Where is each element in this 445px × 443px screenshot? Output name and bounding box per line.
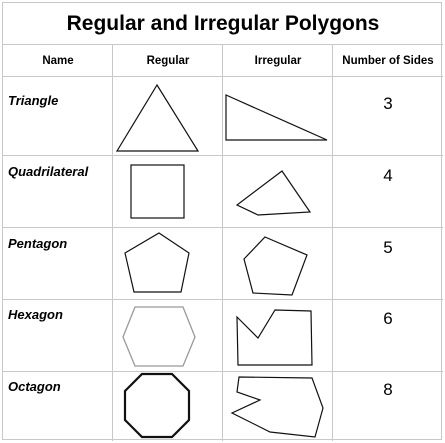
irregular-octagon-shape bbox=[230, 376, 324, 438]
irregular-pentagon-shape bbox=[243, 236, 308, 296]
polygons-table: Regular and Irregular Polygons Name Regu… bbox=[2, 2, 443, 441]
irregular-triangle-shape bbox=[225, 94, 328, 141]
regular-quadrilateral-shape bbox=[130, 164, 185, 219]
regular-triangle-shape bbox=[115, 83, 200, 152]
regular-pentagon-shape bbox=[124, 232, 190, 293]
regular-hexagon-shape bbox=[122, 306, 196, 367]
polygon-drawings bbox=[115, 83, 328, 439]
irregular-quadrilateral-shape bbox=[235, 170, 312, 216]
regular-octagon-shape bbox=[123, 372, 191, 439]
irregular-hexagon-shape bbox=[236, 309, 313, 366]
